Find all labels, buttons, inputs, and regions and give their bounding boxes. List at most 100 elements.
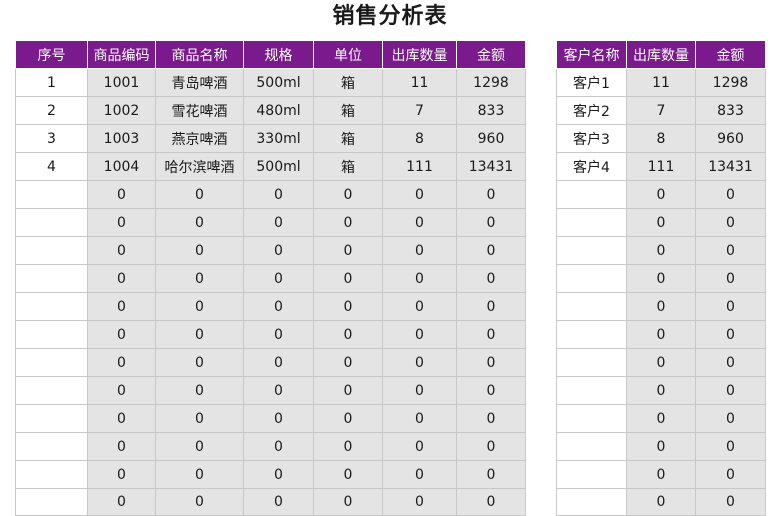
sales-table-cell[interactable]: 0	[456, 376, 526, 405]
customer-table-cell[interactable]: 0	[626, 236, 696, 265]
customer-table-cell[interactable]: 客户1	[556, 68, 627, 97]
sales-table-cell[interactable]: 雪花啤酒	[155, 96, 244, 125]
sales-table-cell[interactable]: 燕京啤酒	[155, 124, 244, 153]
customer-table-cell[interactable]: 0	[695, 292, 766, 321]
sales-table-cell[interactable]: 0	[456, 292, 526, 321]
sales-table-cell[interactable]	[15, 432, 88, 461]
customer-table-cell[interactable]: 0	[626, 432, 696, 461]
sales-table-cell[interactable]: 0	[382, 404, 457, 433]
sales-table-cell[interactable]: 1298	[456, 68, 526, 97]
customer-table-cell[interactable]: 0	[626, 320, 696, 349]
sales-table-cell[interactable]: 0	[243, 264, 314, 293]
sales-table-cell[interactable]: 0	[243, 432, 314, 461]
sales-table-cell[interactable]: 箱	[313, 152, 383, 181]
sales-table-cell[interactable]	[15, 460, 88, 489]
sales-table-cell[interactable]: 13431	[456, 152, 526, 181]
customer-table-cell[interactable]: 0	[695, 180, 766, 209]
customer-table-cell[interactable]	[556, 432, 627, 461]
sales-table-cell[interactable]	[15, 264, 88, 293]
customer-table-cell[interactable]: 0	[695, 348, 766, 377]
sales-table-cell[interactable]: 0	[313, 404, 383, 433]
customer-table-cell[interactable]	[556, 180, 627, 209]
customer-table-cell[interactable]: 客户2	[556, 96, 627, 125]
sales-table-cell[interactable]: 0	[87, 208, 156, 237]
sales-table-cell[interactable]	[15, 180, 88, 209]
sales-table-cell[interactable]: 0	[87, 320, 156, 349]
sales-table-cell[interactable]: 0	[243, 208, 314, 237]
sales-table-cell[interactable]: 0	[87, 404, 156, 433]
sales-table-cell[interactable]: 0	[456, 460, 526, 489]
sales-table-cell[interactable]: 0	[382, 376, 457, 405]
customer-table-cell[interactable]	[556, 488, 627, 516]
sales-table-cell[interactable]: 0	[456, 180, 526, 209]
sales-table-cell[interactable]: 箱	[313, 124, 383, 153]
sales-table-cell[interactable]: 0	[87, 460, 156, 489]
sales-table-cell[interactable]: 833	[456, 96, 526, 125]
sales-table-cell[interactable]: 1003	[87, 124, 156, 153]
customer-table-cell[interactable]	[556, 348, 627, 377]
customer-table-cell[interactable]	[556, 376, 627, 405]
sales-table-cell[interactable]: 0	[155, 208, 244, 237]
sales-table-cell[interactable]: 0	[382, 264, 457, 293]
sales-table-cell[interactable]: 0	[243, 292, 314, 321]
sales-table-cell[interactable]: 0	[87, 376, 156, 405]
sales-table-cell[interactable]: 0	[87, 180, 156, 209]
sales-table-cell[interactable]: 0	[313, 208, 383, 237]
sales-table-cell[interactable]: 0	[456, 320, 526, 349]
sales-table-cell[interactable]: 0	[456, 432, 526, 461]
customer-table-cell[interactable]: 0	[626, 180, 696, 209]
customer-table-cell[interactable]: 0	[626, 460, 696, 489]
customer-table-cell[interactable]	[556, 236, 627, 265]
sales-table-cell[interactable]	[15, 404, 88, 433]
sales-table-cell[interactable]	[15, 488, 88, 516]
customer-table-cell[interactable]: 0	[695, 488, 766, 516]
sales-table-cell[interactable]: 8	[382, 124, 457, 153]
sales-table-cell[interactable]	[15, 320, 88, 349]
sales-table-cell[interactable]: 500ml	[243, 152, 314, 181]
customer-table-cell[interactable]: 0	[695, 236, 766, 265]
sales-table-cell[interactable]: 4	[15, 152, 88, 181]
sales-table-cell[interactable]: 2	[15, 96, 88, 125]
customer-table-cell[interactable]: 0	[695, 460, 766, 489]
sales-table-cell[interactable]: 0	[243, 348, 314, 377]
sales-table-cell[interactable]: 箱	[313, 96, 383, 125]
sales-table-cell[interactable]: 箱	[313, 68, 383, 97]
sales-table-cell[interactable]: 3	[15, 124, 88, 153]
sales-table-cell[interactable]: 0	[382, 236, 457, 265]
customer-table-cell[interactable]: 0	[626, 348, 696, 377]
sales-table-cell[interactable]: 0	[456, 264, 526, 293]
customer-table-cell[interactable]: 0	[626, 488, 696, 516]
customer-table-cell[interactable]: 0	[626, 208, 696, 237]
sales-table-cell[interactable]: 0	[155, 488, 244, 516]
sales-table-cell[interactable]: 1	[15, 68, 88, 97]
sales-table-cell[interactable]: 0	[382, 432, 457, 461]
sales-table-cell[interactable]: 0	[87, 488, 156, 516]
sales-table-cell[interactable]: 1001	[87, 68, 156, 97]
sales-table-cell[interactable]: 0	[155, 292, 244, 321]
customer-table-cell[interactable]: 客户3	[556, 124, 627, 153]
customer-table-cell[interactable]: 0	[695, 264, 766, 293]
sales-table-cell[interactable]: 0	[382, 292, 457, 321]
sales-table-cell[interactable]: 0	[456, 348, 526, 377]
sales-table-cell[interactable]: 0	[155, 320, 244, 349]
sales-table-cell[interactable]: 0	[382, 208, 457, 237]
sales-table-cell[interactable]: 0	[155, 404, 244, 433]
customer-table-cell[interactable]: 0	[626, 376, 696, 405]
customer-table-cell[interactable]: 1298	[695, 68, 766, 97]
customer-table-cell[interactable]: 11	[626, 68, 696, 97]
customer-table-cell[interactable]: 0	[695, 404, 766, 433]
sales-table-cell[interactable]	[15, 208, 88, 237]
sales-table-cell[interactable]: 0	[243, 488, 314, 516]
sales-table-cell[interactable]: 0	[243, 460, 314, 489]
customer-table-cell[interactable]: 0	[695, 376, 766, 405]
customer-table-cell[interactable]: 0	[695, 208, 766, 237]
sales-table-cell[interactable]: 1002	[87, 96, 156, 125]
sales-table-cell[interactable]	[15, 348, 88, 377]
sales-table-cell[interactable]: 0	[243, 376, 314, 405]
sales-table-cell[interactable]: 0	[155, 376, 244, 405]
customer-table-cell[interactable]	[556, 208, 627, 237]
customer-table-cell[interactable]: 0	[695, 320, 766, 349]
customer-table-cell[interactable]	[556, 292, 627, 321]
sales-table-cell[interactable]: 哈尔滨啤酒	[155, 152, 244, 181]
sales-table-cell[interactable]: 0	[155, 264, 244, 293]
